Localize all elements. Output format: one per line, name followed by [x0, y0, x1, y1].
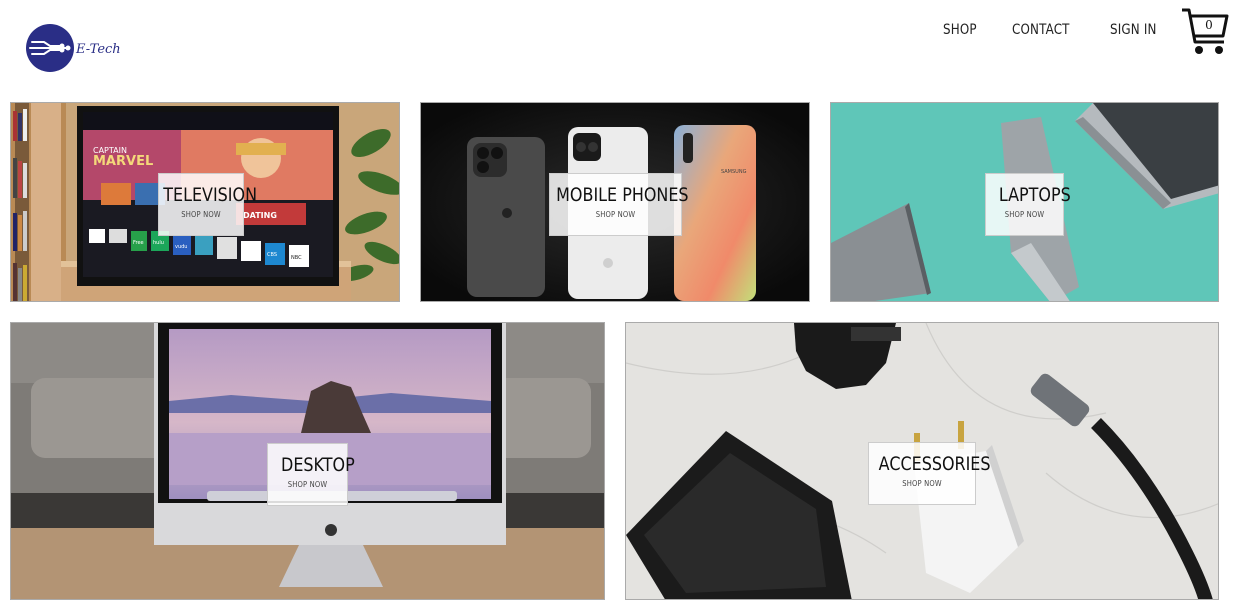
- category-tile-television[interactable]: CAPTAIN MARVEL DATING Free hulu vudu CBS…: [10, 102, 400, 302]
- category-title: ACCESSORIES: [878, 453, 991, 475]
- svg-text:NBC: NBC: [291, 255, 302, 261]
- nav-shop[interactable]: SHOP: [943, 22, 977, 38]
- cart-icon: [1182, 8, 1229, 54]
- shop-now-link[interactable]: SHOP NOW: [567, 210, 665, 219]
- nav-contact[interactable]: CONTACT: [1012, 22, 1070, 38]
- site-header: E-Tech SHOP CONTACT SIGN IN 0: [0, 0, 1233, 95]
- category-label[interactable]: MOBILE PHONES SHOP NOW: [549, 173, 689, 236]
- category-label[interactable]: DESKTOP SHOP NOW: [267, 443, 355, 506]
- svg-text:Free: Free: [133, 240, 144, 246]
- category-label[interactable]: TELEVISION SHOP NOW: [158, 173, 258, 236]
- shop-now-link[interactable]: SHOP NOW: [172, 210, 230, 219]
- category-tile-mobile-phones[interactable]: SAMSUNG MOBILE PHONES SHOP NOW: [420, 102, 810, 302]
- cart-count: 0: [1205, 18, 1213, 32]
- category-title: LAPTOPS: [998, 184, 1071, 206]
- category-tile-desktop[interactable]: DESKTOP SHOP NOW: [10, 322, 605, 600]
- svg-text:DATING: DATING: [243, 211, 277, 220]
- category-tile-accessories[interactable]: ACCESSORIES SHOP NOW: [625, 322, 1219, 600]
- category-title: TELEVISION: [163, 184, 258, 206]
- shop-now-link[interactable]: SHOP NOW: [281, 480, 335, 489]
- svg-text:MARVEL: MARVEL: [93, 154, 153, 169]
- nav-sign-in[interactable]: SIGN IN: [1110, 22, 1157, 38]
- svg-text:SAMSUNG: SAMSUNG: [721, 169, 747, 175]
- category-label[interactable]: ACCESSORIES SHOP NOW: [868, 442, 991, 505]
- circuit-logo-icon: [26, 24, 74, 72]
- shop-now-link[interactable]: SHOP NOW: [999, 210, 1051, 219]
- brand-logo[interactable]: E-Tech: [26, 24, 121, 72]
- svg-text:vudu: vudu: [175, 244, 187, 250]
- main-nav: SHOP CONTACT SIGN IN: [943, 22, 1165, 38]
- category-tile-laptops[interactable]: LAPTOPS SHOP NOW: [830, 102, 1219, 302]
- cart-button[interactable]: 0: [1180, 6, 1230, 58]
- category-label[interactable]: LAPTOPS SHOP NOW: [985, 173, 1071, 236]
- brand-name: E-Tech: [76, 41, 121, 57]
- shop-now-link[interactable]: SHOP NOW: [884, 479, 961, 488]
- svg-text:CBS: CBS: [267, 252, 277, 258]
- category-title: DESKTOP: [281, 454, 355, 476]
- category-title: MOBILE PHONES: [556, 184, 689, 206]
- svg-text:hulu: hulu: [153, 240, 164, 246]
